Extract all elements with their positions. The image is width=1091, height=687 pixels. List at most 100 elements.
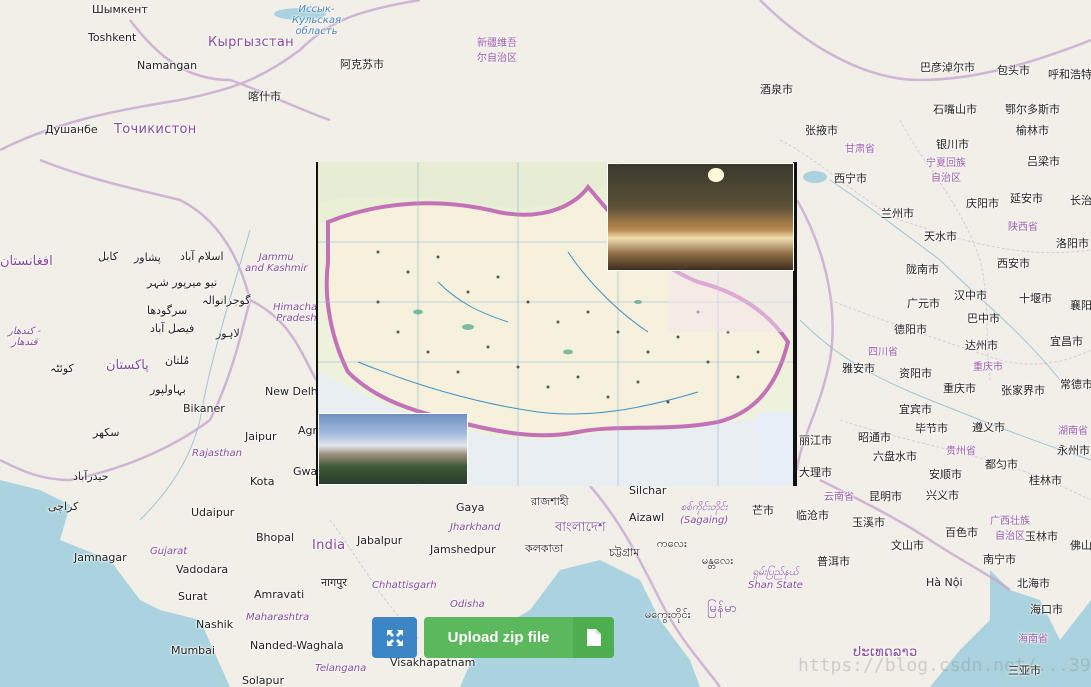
city-label: 安顺市 — [929, 468, 962, 481]
city-label: 佛山 — [1070, 539, 1091, 552]
region-label: စစ်ကိုင်းတိုင်း (Sagaing) — [680, 502, 729, 526]
city-label: حیدرآباد — [73, 470, 109, 483]
city-label: রাজশাহী — [531, 495, 569, 508]
city-label: Nashik — [196, 618, 234, 631]
city-label: 兴义市 — [926, 489, 959, 502]
qinghai-lake — [803, 171, 827, 183]
city-label: سرگودھا — [147, 304, 188, 317]
city-label: Mumbai — [171, 644, 215, 657]
city-label: 遵义市 — [972, 421, 1005, 434]
city-label: 吕梁市 — [1027, 155, 1060, 168]
region-label: Maharashtra — [246, 612, 310, 623]
city-label: চট্টগ্রাম — [609, 546, 640, 559]
city-label: گوجرانوالہ — [202, 294, 251, 307]
city-label: Namangan — [137, 59, 198, 72]
city-label: بہاولپور — [150, 383, 186, 396]
city-label: Aizawl — [629, 511, 665, 524]
city-label: কলকাতা — [525, 542, 564, 555]
city-label: پشاور — [134, 251, 161, 264]
region-label: 广西壮族 自治区 — [990, 516, 1030, 542]
city-label: 十堰市 — [1019, 292, 1052, 305]
city-label: نیو میرپور شہر — [147, 276, 218, 289]
city-label: مُلتان — [165, 354, 190, 367]
city-label: 阿克苏市 — [340, 58, 384, 71]
city-label: کابل — [98, 250, 118, 263]
city-label: Jaipur — [245, 430, 277, 443]
city-label: 包头市 — [997, 64, 1030, 77]
region-label: کندهار - قندهار — [8, 326, 41, 348]
city-label: Душанбе — [45, 123, 98, 136]
city-label: 银川市 — [936, 138, 969, 151]
region-label: 新疆维吾 尔自治区 — [477, 38, 517, 64]
city-label: 巴彦淖尔市 — [920, 61, 975, 74]
region-label: 四川省 — [868, 347, 898, 358]
country-label: افغانستان — [0, 254, 53, 269]
region-label: 甘肃省 — [845, 144, 875, 155]
region-label: ရှမ်းပြည်နယ် Shan State — [748, 567, 803, 591]
city-label: 雅安市 — [842, 362, 875, 375]
region-label: Jammu and Kashmir — [245, 252, 308, 274]
city-label: 临沧市 — [796, 509, 829, 522]
region-label: Jharkhand — [450, 522, 501, 533]
city-label: 大理市 — [799, 466, 832, 479]
city-label: 百色市 — [945, 526, 978, 539]
city-label: Jamnagar — [74, 551, 127, 564]
region-label: 云南省 — [824, 492, 854, 503]
city-label: 六盘水市 — [873, 450, 917, 463]
region-label: Odisha — [450, 599, 485, 610]
city-label: 南宁市 — [983, 553, 1016, 566]
city-label: کوئٹہ — [50, 362, 74, 375]
city-label: Solapur — [242, 674, 284, 687]
city-label: မန္တလေး — [702, 554, 734, 567]
upload-zip-button[interactable]: Upload zip file — [424, 617, 614, 658]
country-label: Точикистон — [114, 122, 197, 137]
country-label: پاکستان — [106, 358, 149, 373]
city-label: 昆明市 — [869, 490, 902, 503]
city-label: New Delhi — [265, 385, 321, 398]
city-label: 延安市 — [1010, 192, 1043, 205]
city-label: नागपुर — [321, 576, 347, 589]
city-label: 永州市 — [1057, 444, 1090, 457]
city-label: اسلام آباد — [180, 250, 224, 263]
region-label: 重庆市 — [973, 362, 1003, 373]
region-label: Telangana — [315, 663, 367, 674]
city-label: Jamshedpur — [430, 543, 496, 556]
region-label: Иссык- Кульская область — [292, 4, 341, 37]
city-label: 酒泉市 — [760, 83, 793, 96]
city-label: 毕节市 — [915, 422, 948, 435]
expand-arrows-icon — [386, 629, 403, 646]
upload-button-label: Upload zip file — [447, 629, 550, 646]
city-label: Toshkent — [88, 31, 137, 44]
city-label: 丽江市 — [799, 434, 832, 447]
city-label: 张掖市 — [805, 124, 838, 137]
city-label: 宜昌市 — [1050, 335, 1083, 348]
city-label: سکھر — [93, 426, 120, 439]
overlay-photo-mountain — [607, 163, 794, 271]
city-label: Nanded-Waghala — [250, 639, 344, 652]
city-label: 庆阳市 — [966, 197, 999, 210]
city-label: 石嘴山市 — [933, 103, 977, 116]
city-label: 德阳市 — [894, 323, 927, 336]
city-label: 榆林市 — [1016, 124, 1049, 137]
watermark: https://blog.csdn.net/...399 — [798, 655, 1091, 676]
city-label: فیصل آباد — [150, 322, 195, 335]
city-label: 玉林市 — [1025, 530, 1058, 543]
city-label: Surat — [178, 590, 208, 603]
city-label: 芒市 — [752, 504, 774, 517]
city-label: မကွေးတိုင်း — [645, 608, 691, 621]
region-label: 湖南省 — [1058, 426, 1088, 437]
region-label: Gujarat — [150, 546, 188, 557]
fullscreen-button[interactable] — [372, 617, 417, 658]
city-label: 洛阳市 — [1056, 237, 1089, 250]
city-label: Шымкент — [92, 3, 148, 16]
city-label: Agr — [298, 424, 318, 437]
city-label: Gaya — [456, 501, 485, 514]
city-label: 天水市 — [924, 230, 957, 243]
region-label: Chhattisgarh — [372, 580, 437, 591]
moon-shape — [708, 168, 724, 182]
city-label: Kota — [250, 475, 275, 488]
city-label: Bikaner — [183, 402, 225, 415]
city-label: 普洱市 — [817, 555, 850, 568]
upload-button-iconbox — [573, 617, 614, 658]
city-label: 长治 — [1070, 194, 1091, 207]
